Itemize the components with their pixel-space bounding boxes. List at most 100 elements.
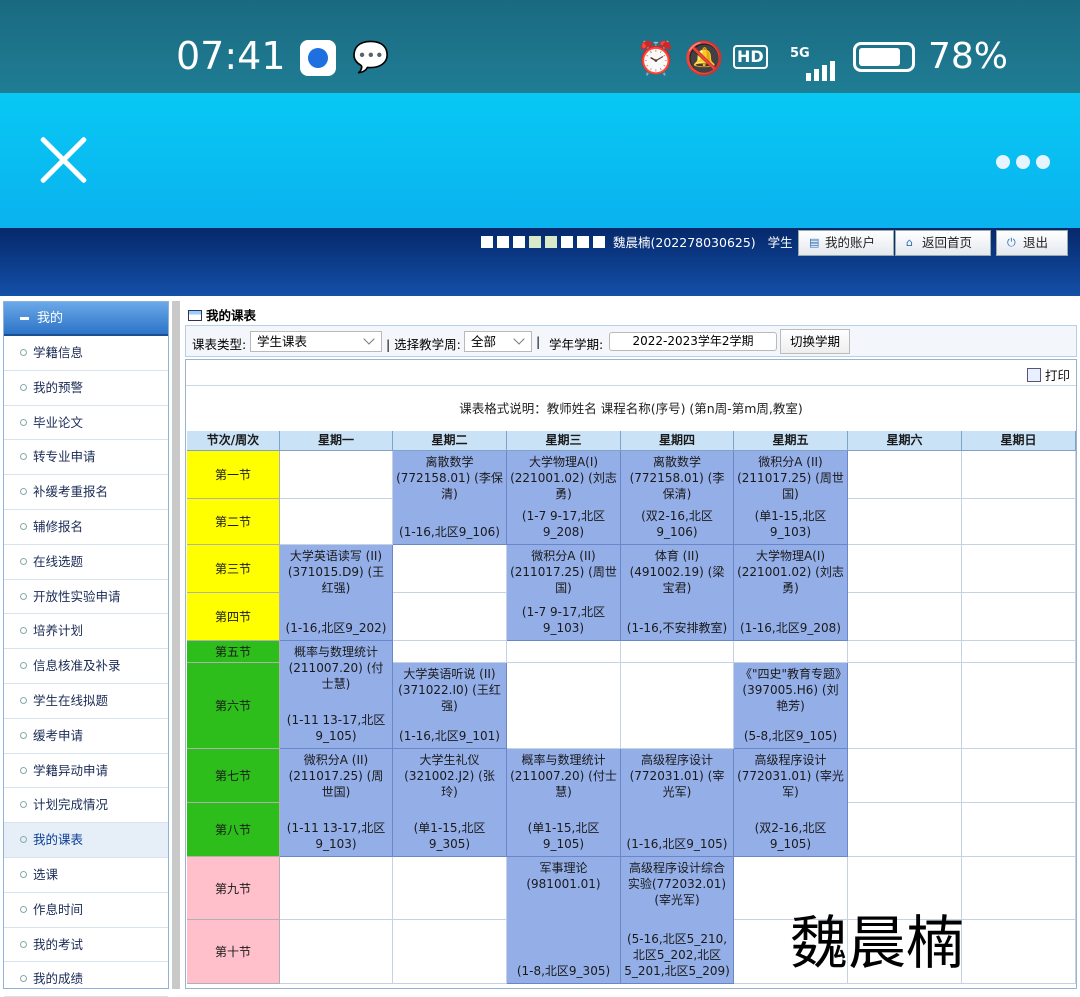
empty-cell: [962, 593, 1076, 641]
format-note: 课表格式说明：教师姓名 课程名称(序号) (第n周-第m周,教室): [459, 401, 803, 416]
bullet-icon: [20, 836, 27, 844]
sidebar-item[interactable]: 学籍异动申请: [4, 754, 168, 789]
empty-cell: [962, 545, 1076, 593]
sidebar-item[interactable]: 学籍信息: [4, 336, 168, 371]
empty-cell: [962, 920, 1076, 984]
course-cell[interactable]: 大学英语听说 (II) (371022.I0) (王红强) (1-16,北区9_1…: [393, 663, 507, 749]
sidebar-item-label: 我的预警: [33, 379, 84, 395]
course-cell[interactable]: 《"四史"教育专题》(397005.H6) (刘艳芳) (5-8,北区9_105): [734, 663, 848, 749]
my-account-button[interactable]: ▤ 我的账户: [798, 230, 894, 256]
course-location: (1-16,北区9_105): [626, 837, 728, 851]
course-cell[interactable]: 大学生礼仪 (321002.J2) (张玲) (单1-15,北区9_305): [393, 749, 507, 857]
course-location: (1-16,北区9_208): [740, 621, 841, 635]
bullet-icon: [20, 940, 27, 948]
sidebar-item[interactable]: 我的课表: [4, 823, 168, 858]
course-name: 微积分A (II) (211017.25) (周世国): [510, 549, 617, 595]
empty-cell: [848, 451, 962, 499]
sidebar-item[interactable]: 计划完成情况: [4, 788, 168, 824]
sidebar-item-label: 学籍异动申请: [33, 762, 109, 778]
course-name: 大学英语读写 (II) (371015.D9) (王红强): [287, 549, 385, 595]
column-header: 星期日: [962, 431, 1076, 451]
empty-cell: [962, 803, 1076, 857]
account-icon: ▤: [809, 236, 820, 249]
course-cell[interactable]: 体育 (II) (491002.19) (梁宝君) (1-16,不安排教室): [621, 545, 734, 641]
sidebar-item[interactable]: 缓考申请: [4, 719, 168, 754]
collapse-icon: [20, 317, 29, 320]
sidebar-item[interactable]: 我的考试: [4, 928, 168, 963]
qq-browser-icon: [300, 40, 336, 76]
user-name-id: 魏晨楠(202278030625): [613, 235, 756, 250]
course-name: 微积分A (II) (211017.25) (周世国): [288, 753, 384, 799]
sidebar-item[interactable]: 毕业论文: [4, 406, 168, 441]
sidebar-item-label: 开放性实验申请: [33, 588, 121, 604]
empty-cell: [393, 641, 507, 663]
column-header: 星期六: [848, 431, 962, 451]
empty-cell: [962, 499, 1076, 545]
sidebar-item-label: 学籍信息: [33, 345, 84, 360]
course-cell[interactable]: 大学物理A(I) (221001.02) (刘志勇) (1-7 9-17,北区9_…: [507, 451, 621, 545]
course-cell[interactable]: 高级程序设计综合实验(772032.01) (宰光军) (5-16,北区5_210…: [621, 857, 734, 984]
course-cell[interactable]: 大学英语读写 (II) (371015.D9) (王红强) (1-16,北区9_2…: [280, 545, 393, 641]
home-button[interactable]: ⌂ 返回首页: [895, 230, 991, 256]
type-select[interactable]: 学生课表: [250, 331, 382, 352]
course-cell[interactable]: 大学物理A(I) (221001.02) (刘志勇) (1-16,北区9_208): [734, 545, 848, 641]
course-name: 高级程序设计 (772031.01) (宰光军): [629, 753, 725, 799]
print-button[interactable]: 打印: [1026, 365, 1070, 384]
sidebar-item[interactable]: 补缓考重报名: [4, 475, 168, 510]
course-cell[interactable]: 概率与数理统计 (211007.20) (付士慧) (单1-15,北区9_105): [507, 749, 621, 857]
week-select[interactable]: 全部: [464, 331, 532, 352]
course-cell[interactable]: 离散数学(772158.01) (李保清) (1-16,北区9_106): [393, 451, 507, 545]
bullet-icon: [20, 662, 27, 670]
period-label: 第九节: [187, 857, 280, 920]
signal-icon: [806, 52, 838, 81]
sidebar-item[interactable]: 选课: [4, 858, 168, 893]
sidebar-item[interactable]: 学生在线拟题: [4, 684, 168, 719]
empty-cell: [621, 641, 734, 663]
more-dots-icon[interactable]: [996, 154, 1056, 169]
course-cell[interactable]: 离散数学(772158.01) (李保清) (双2-16,北区9_106): [621, 451, 734, 545]
course-location: (1-8,北区9_305): [516, 964, 611, 978]
sidebar-item[interactable]: 我的预警: [4, 371, 168, 406]
course-cell[interactable]: 军事理论 (981001.01) (1-8,北区9_305): [507, 857, 621, 984]
course-location: (1-16,北区9_202): [285, 621, 387, 635]
term-input[interactable]: 2022-2023学年2学期: [609, 332, 777, 351]
sidebar-item[interactable]: 在线选题: [4, 545, 168, 580]
course-location: (双2-16,北区9_105): [754, 821, 827, 851]
course-cell[interactable]: 概率与数理统计 (211007.20) (付士慧) (1-11 13-17,北区9…: [280, 641, 393, 749]
column-header: 星期四: [621, 431, 734, 451]
switch-term-button[interactable]: 切换学期: [780, 329, 850, 354]
course-cell[interactable]: 高级程序设计 (772031.01) (宰光军) (1-16,北区9_105): [621, 749, 734, 857]
course-cell[interactable]: 微积分A (II) (211017.25) (周世国) (1-11 13-17,北…: [280, 749, 393, 857]
bullet-icon: [20, 870, 27, 878]
splitter[interactable]: [172, 301, 180, 989]
close-icon[interactable]: [36, 133, 90, 187]
sidebar-item[interactable]: 我的成绩: [4, 962, 168, 997]
course-location: (1-11 13-17,北区9_103): [286, 821, 386, 851]
sidebar-item-label: 在线选题: [33, 553, 84, 569]
sidebar-item[interactable]: 培养计划: [4, 614, 168, 650]
empty-cell: [507, 641, 621, 663]
course-cell[interactable]: 微积分A (II) (211017.25) (周世国) (单1-15,北区9_10…: [734, 451, 848, 545]
logout-button[interactable]: ⏻ 退出: [996, 230, 1068, 256]
empty-cell: [848, 803, 962, 857]
wechat-icon: 💬: [352, 40, 390, 75]
course-location: (单1-15,北区9_105): [527, 821, 600, 851]
course-cell[interactable]: 微积分A (II) (211017.25) (周世国) (1-7 9-17,北区9…: [507, 545, 621, 641]
course-cell[interactable]: 高级程序设计 (772031.01) (宰光军) (双2-16,北区9_105): [734, 749, 848, 857]
table-icon: [188, 310, 202, 321]
sidebar-item[interactable]: 信息核准及补录: [4, 649, 168, 684]
battery-icon: [853, 42, 915, 72]
sidebar-item[interactable]: 作息时间: [4, 893, 168, 928]
bullet-icon: [20, 488, 27, 496]
sidebar-section-header[interactable]: 我的: [4, 302, 168, 336]
sidebar-item-label: 培养计划: [33, 623, 84, 639]
sidebar-item[interactable]: 转专业申请: [4, 440, 168, 476]
sidebar-item[interactable]: 辅修报名: [4, 510, 168, 545]
empty-cell: [848, 499, 962, 545]
period-label: 第十节: [187, 920, 280, 984]
empty-cell: [962, 663, 1076, 749]
empty-cell: [848, 663, 962, 749]
chevron-down-icon: [513, 333, 525, 345]
sidebar-item[interactable]: 开放性实验申请: [4, 580, 168, 615]
course-location: (1-7 9-17,北区9_103): [521, 605, 606, 635]
